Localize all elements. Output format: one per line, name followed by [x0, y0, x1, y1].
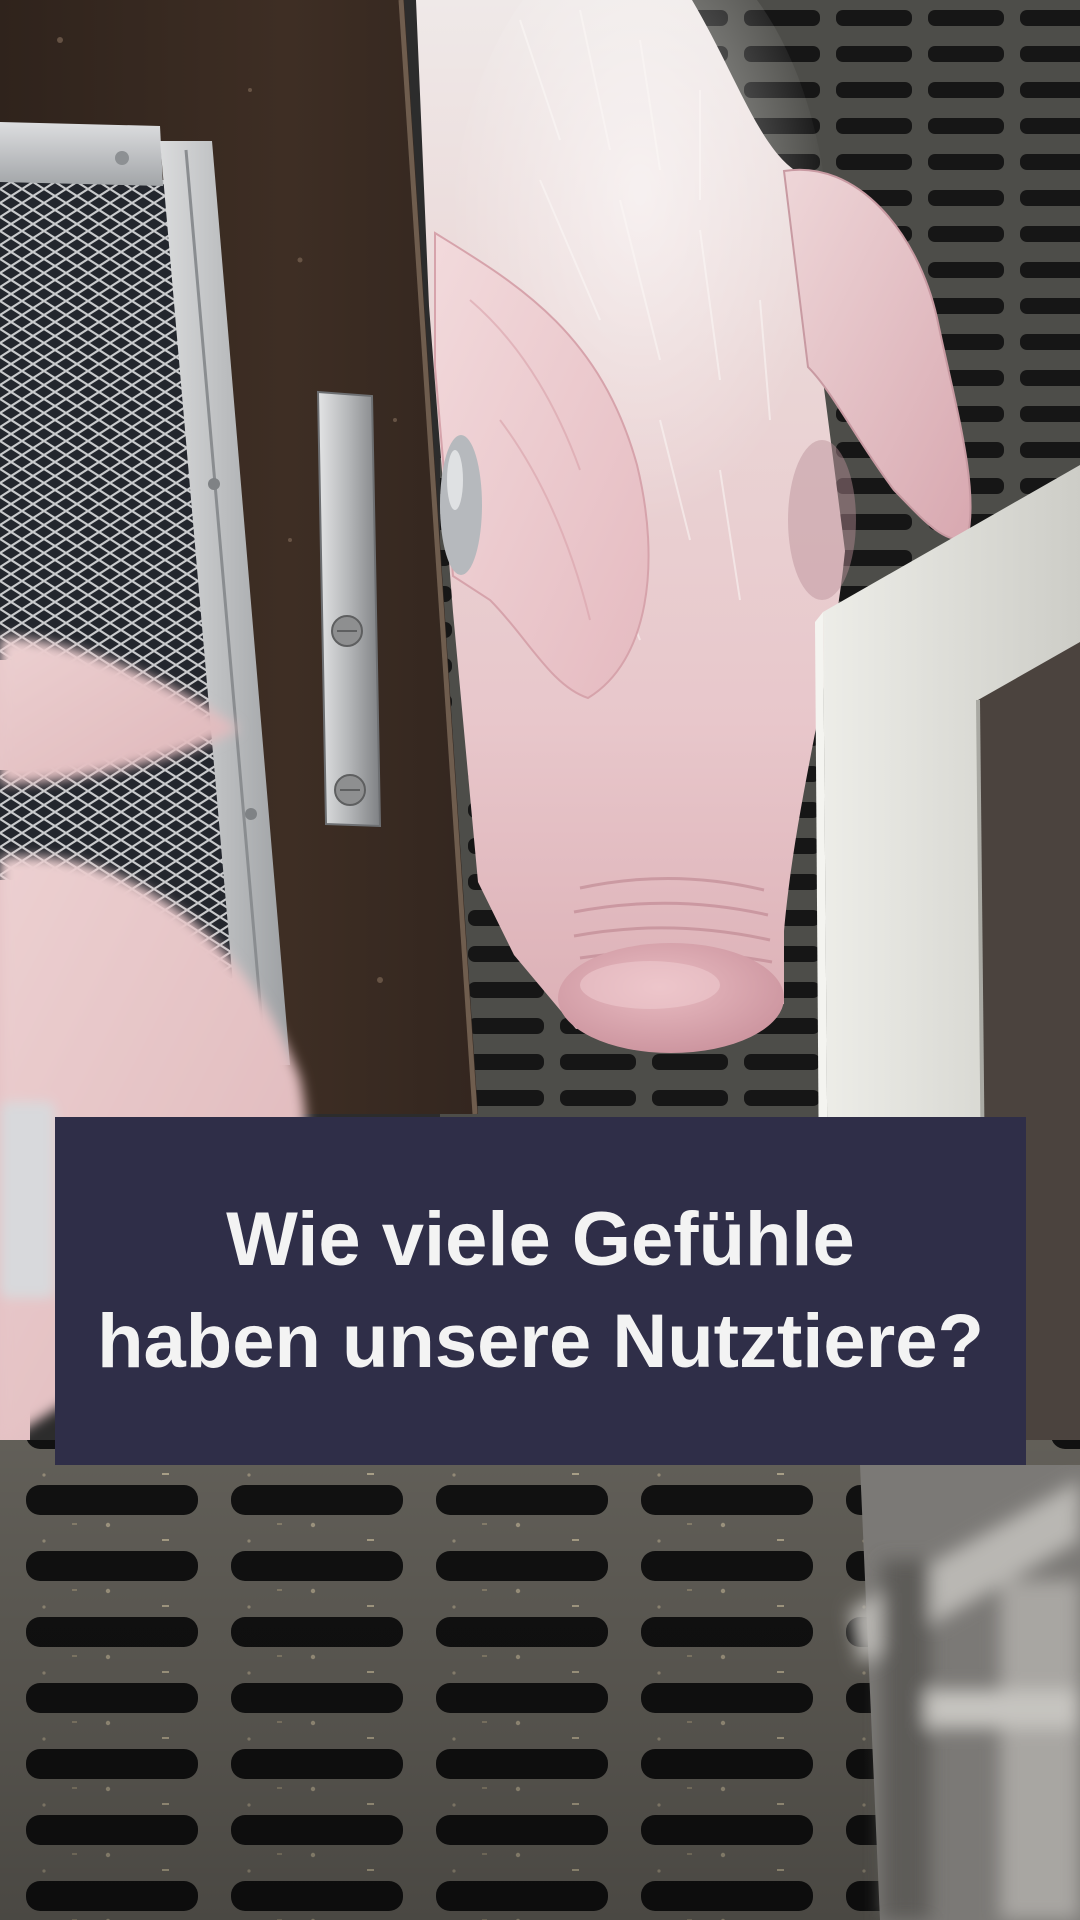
photo-scene — [0, 0, 1080, 1920]
latch-plate — [316, 390, 382, 828]
title-line-1: Wie viele Gefühle — [226, 1197, 855, 1282]
title-overlay: Wie viele Gefühle haben unsere Nutztiere… — [55, 1117, 1026, 1465]
pig-ear-shadow — [788, 440, 856, 600]
title-line-2: haben unsere Nutztiere? — [97, 1299, 984, 1384]
story-post: Wie viele Gefühle haben unsere Nutztiere… — [0, 0, 1080, 1920]
metal-bars — [850, 1465, 1080, 1920]
frame-rivet — [245, 808, 257, 820]
piglet-ear-tag — [0, 1102, 55, 1298]
ear-tag — [440, 435, 482, 575]
door-latch — [316, 390, 382, 828]
pig-snout-highlight — [580, 961, 720, 1009]
frame-rivet — [208, 478, 220, 490]
door-frame-top-bar — [0, 122, 163, 186]
frame-rivet — [115, 151, 129, 165]
